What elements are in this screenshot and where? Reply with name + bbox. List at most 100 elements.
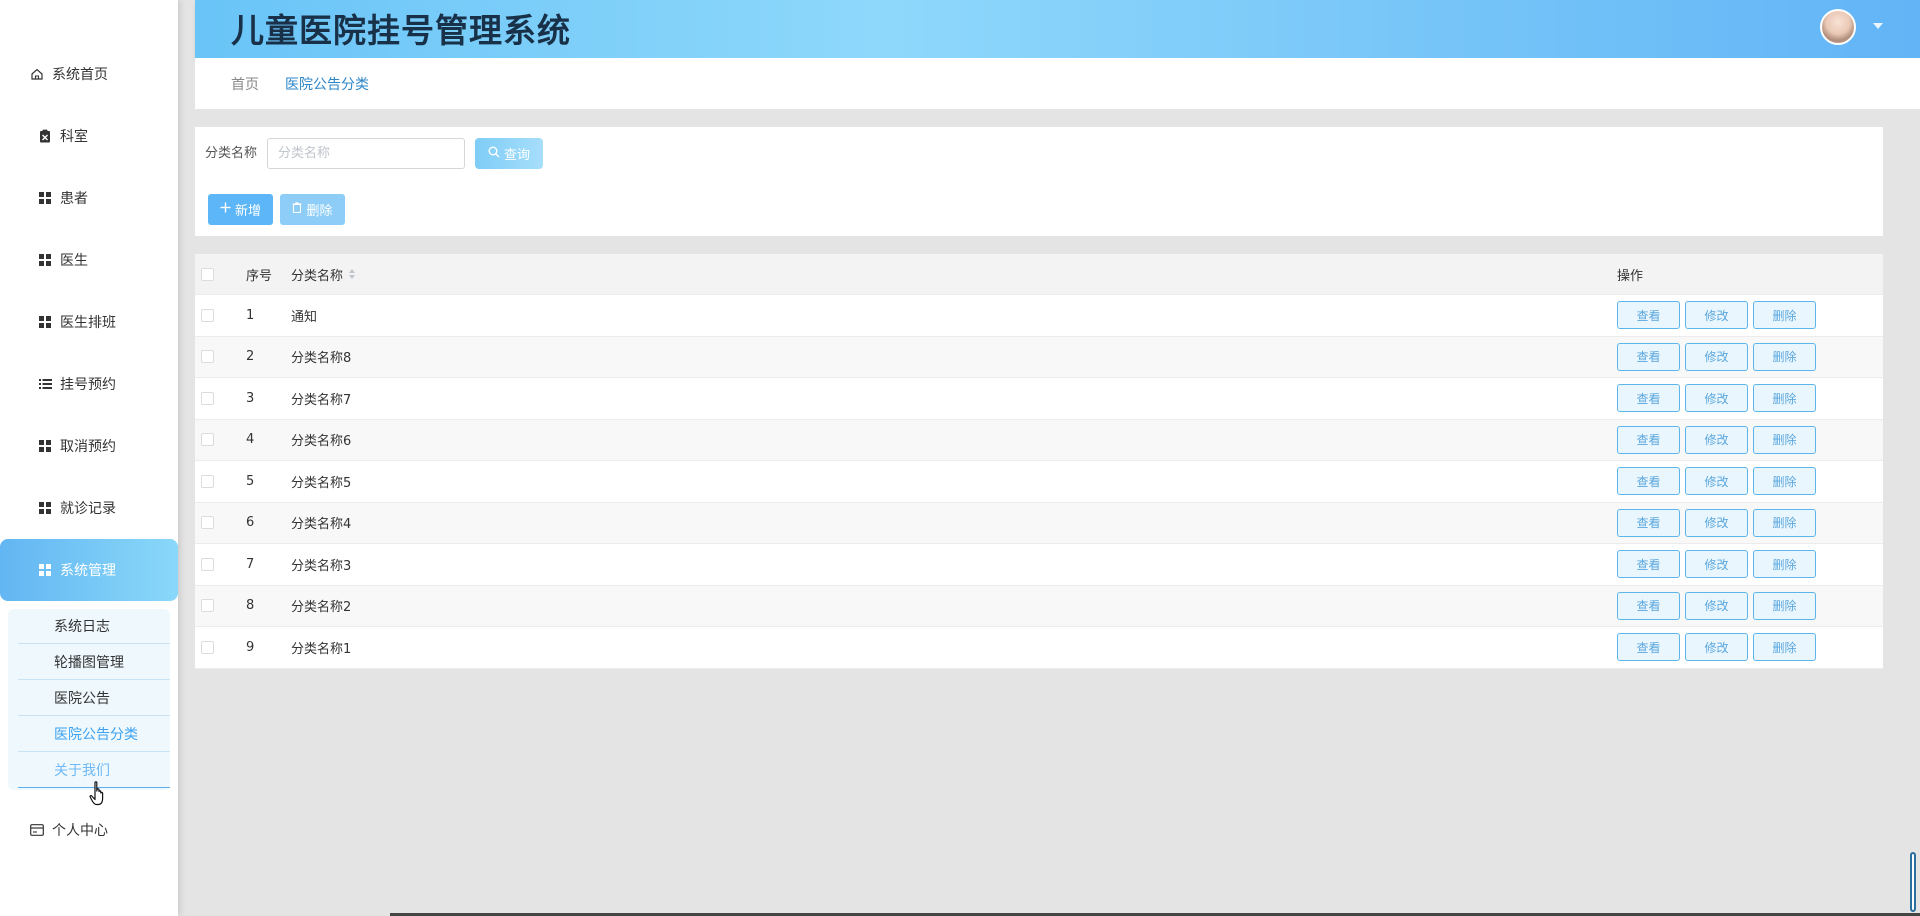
submenu-item-system-log[interactable]: 系统日志	[18, 609, 170, 644]
delete-button[interactable]: 删除	[1753, 508, 1816, 537]
sidebar-item-label: 个人中心	[52, 823, 108, 839]
delete-button[interactable]: 删除	[1753, 467, 1816, 496]
edit-button[interactable]: 修改	[1685, 591, 1748, 620]
row-actions: 查看 修改 删除	[1615, 591, 1883, 620]
search-label: 分类名称	[205, 146, 258, 161]
app-title: 儿童医院挂号管理系统	[231, 11, 571, 50]
sidebar-item-home[interactable]: 系统首页	[0, 54, 178, 94]
row-checkbox[interactable]	[201, 557, 214, 571]
delete-button[interactable]: 删除	[1753, 550, 1816, 579]
view-button[interactable]: 查看	[1617, 342, 1680, 371]
table-row: 2 分类名称8 查看 修改 删除	[195, 336, 1883, 378]
submenu-item-announcement[interactable]: 医院公告	[18, 681, 170, 716]
sidebar-item-doctor[interactable]: 医生	[0, 240, 178, 280]
delete-button[interactable]: 删除	[1753, 633, 1816, 662]
edit-button[interactable]: 修改	[1685, 425, 1748, 454]
view-button[interactable]: 查看	[1617, 633, 1680, 662]
select-all-checkbox[interactable]	[201, 267, 214, 281]
edit-button[interactable]: 修改	[1685, 550, 1748, 579]
row-index: 7	[246, 556, 255, 572]
sidebar-item-personal-center[interactable]: 个人中心	[0, 810, 178, 850]
table-row: 3 分类名称7 查看 修改 删除	[195, 378, 1883, 420]
submenu-item-label: 轮播图管理	[54, 655, 124, 671]
sidebar-item-patient[interactable]: 患者	[0, 178, 178, 218]
sidebar-item-label: 医生	[60, 253, 88, 269]
sidebar-item-cancel-appointment[interactable]: 取消预约	[0, 426, 178, 466]
delete-button[interactable]: 删除	[1753, 591, 1816, 620]
home-icon	[30, 67, 44, 81]
view-button[interactable]: 查看	[1617, 550, 1680, 579]
header-name-label: 分类名称	[291, 268, 344, 284]
edit-button[interactable]: 修改	[1685, 384, 1748, 413]
table-row: 7 分类名称3 查看 修改 删除	[195, 544, 1883, 586]
row-name: 分类名称8	[291, 351, 352, 367]
edit-button[interactable]: 修改	[1685, 508, 1748, 537]
sidebar-item-appointment[interactable]: 挂号预约	[0, 364, 178, 404]
row-checkbox[interactable]	[201, 640, 214, 654]
grid-icon	[38, 439, 52, 453]
header-name[interactable]: 分类名称	[291, 265, 1615, 284]
delete-button[interactable]: 删除	[1753, 384, 1816, 413]
search-input[interactable]	[267, 138, 465, 169]
row-checkbox[interactable]	[201, 433, 214, 447]
row-checkbox[interactable]	[201, 308, 214, 322]
category-table: 序号 分类名称 操作 1 通知 查看 修改 删除 2 分类名称8 查看 修改 删除 3 分类名称7 查看…	[195, 254, 1883, 669]
edit-button[interactable]: 修改	[1685, 467, 1748, 496]
delete-button[interactable]: 删除	[1753, 342, 1816, 371]
row-name: 分类名称2	[291, 600, 352, 616]
sidebar-item-schedule[interactable]: 医生排班	[0, 302, 178, 342]
row-checkbox[interactable]	[201, 516, 214, 530]
submenu-item-announcement-category[interactable]: 医院公告分类	[18, 717, 170, 752]
breadcrumb: 首页 医院公告分类	[195, 58, 1920, 109]
scrollbar[interactable]	[1910, 852, 1916, 912]
view-button[interactable]: 查看	[1617, 425, 1680, 454]
grid-icon	[38, 563, 52, 577]
row-index: 1	[246, 307, 255, 323]
top-header: 儿童医院挂号管理系统	[195, 0, 1920, 58]
edit-button[interactable]: 修改	[1685, 342, 1748, 371]
view-button[interactable]: 查看	[1617, 301, 1680, 330]
row-actions: 查看 修改 删除	[1615, 550, 1883, 579]
row-actions: 查看 修改 删除	[1615, 508, 1883, 537]
edit-button[interactable]: 修改	[1685, 301, 1748, 330]
avatar[interactable]	[1820, 9, 1856, 45]
sidebar-item-label: 取消预约	[60, 439, 116, 455]
row-checkbox[interactable]	[201, 599, 214, 613]
grid-icon	[38, 191, 52, 205]
view-button[interactable]: 查看	[1617, 384, 1680, 413]
view-button[interactable]: 查看	[1617, 467, 1680, 496]
add-button[interactable]: 新增	[208, 194, 273, 225]
sidebar-item-visit-records[interactable]: 就诊记录	[0, 488, 178, 528]
chevron-down-icon[interactable]	[1873, 23, 1883, 29]
row-actions: 查看 修改 删除	[1615, 342, 1883, 371]
delete-button[interactable]: 删除	[1753, 301, 1816, 330]
row-name: 分类名称1	[291, 641, 352, 657]
hand-cursor-icon	[89, 781, 104, 806]
sort-icon[interactable]	[349, 269, 356, 279]
query-button[interactable]: 查询	[475, 138, 543, 169]
card-icon	[30, 823, 44, 837]
edit-button[interactable]: 修改	[1685, 633, 1748, 662]
delete-button[interactable]: 删除	[1753, 425, 1816, 454]
row-actions: 查看 修改 删除	[1615, 467, 1883, 496]
breadcrumb-home[interactable]: 首页	[231, 74, 259, 94]
grid-icon	[38, 315, 52, 329]
row-index: 8	[246, 598, 255, 614]
batch-delete-button[interactable]: 删除	[280, 194, 345, 225]
grid-icon	[38, 501, 52, 515]
row-index: 3	[246, 390, 255, 406]
submenu-item-carousel[interactable]: 轮播图管理	[18, 645, 170, 680]
row-checkbox[interactable]	[201, 350, 214, 364]
view-button[interactable]: 查看	[1617, 508, 1680, 537]
sidebar-item-system-management[interactable]: 系统管理	[0, 539, 178, 601]
query-button-label: 查询	[503, 148, 530, 163]
view-button[interactable]: 查看	[1617, 591, 1680, 620]
table-row: 6 分类名称4 查看 修改 删除	[195, 502, 1883, 544]
header-ops: 操作	[1617, 268, 1644, 284]
row-actions: 查看 修改 删除	[1615, 301, 1883, 330]
row-checkbox[interactable]	[201, 474, 214, 488]
sidebar-item-label: 系统管理	[60, 563, 116, 579]
row-checkbox[interactable]	[201, 391, 214, 405]
plus-icon	[220, 202, 231, 217]
sidebar-item-department[interactable]: 科室	[0, 116, 178, 156]
